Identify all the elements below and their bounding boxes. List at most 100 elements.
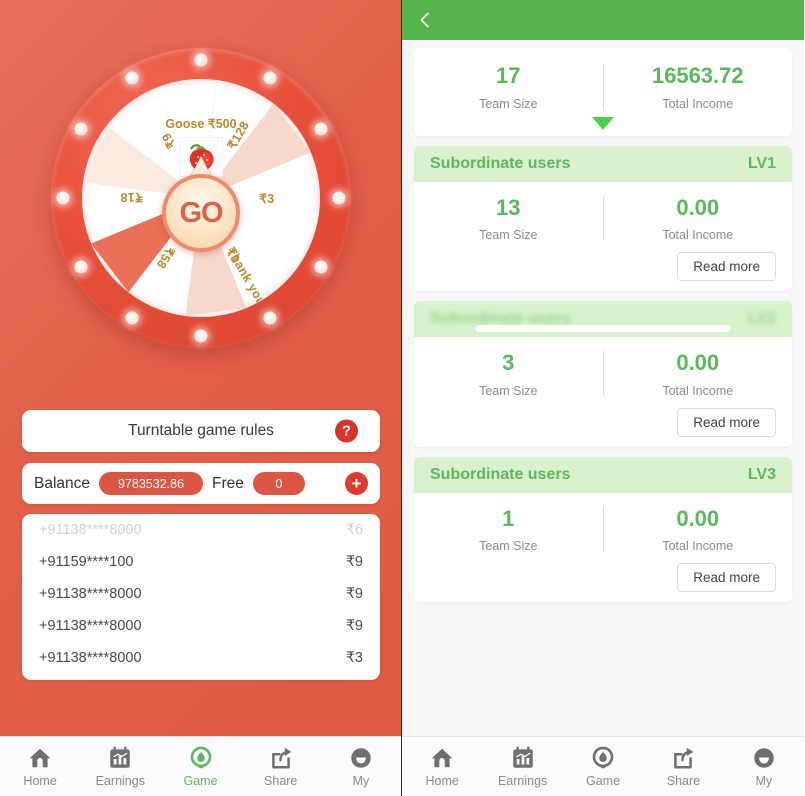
read-more-button[interactable]: Read more [677,563,776,592]
share-icon [670,745,696,771]
summary-team-size-value: 17 [496,63,521,88]
level-team-size: 1 Team Size [414,505,603,554]
winner-phone: +91138****8000 [39,618,142,634]
winner-amount: ₹9 [345,586,363,602]
level-badge: LV2 [747,310,776,327]
level-total-income-value: 0.00 [676,194,720,220]
wheel-bulb [194,329,208,343]
go-button-circle[interactable]: GO [162,174,240,252]
wheel-bulb [125,71,139,85]
summary-total-income: 16563.72 Total Income [604,62,793,111]
tab-share[interactable]: Share [241,745,321,788]
go-button-label: GO [179,196,223,229]
winner-row: +91138****8000 ₹9 [22,610,380,642]
wheel-bulb [56,191,70,205]
level-stats-row: 3 Team Size 0.00 Total Income [414,349,792,398]
level-total-income: 0.00 Total Income [604,349,793,398]
level-team-size-value: 3 [502,350,515,375]
tab-earnings[interactable]: Earnings [482,745,562,788]
level-card-header: Subordinate users LV3 [414,456,792,493]
tab-label: My [755,774,773,788]
tab-label: Share [264,774,298,788]
turntable-game-rules-bar[interactable]: Turntable game rules ? [22,410,380,452]
back-chevron-icon[interactable] [414,9,436,31]
winner-row: +91159****100 ₹9 [22,546,380,578]
wheel-bulb [194,53,208,67]
plus-icon[interactable]: + [345,472,368,495]
read-more-wrap: Read more [414,252,792,281]
scroll-overlay[interactable] [475,325,731,332]
turntable-game-rules-label: Turntable game rules [128,422,274,439]
winner-phone: +91138****8000 [39,650,142,666]
home-icon [429,745,455,771]
wheel-outer-ring: ₹1 ₹58 ₹18 ₹9 ₹128 ₹3 Thank you Goose ₹500 [51,48,351,348]
game-icon [590,745,616,771]
level-total-income: 0.00 Total Income [604,194,793,243]
left-panel-turntable-game: ₹1 ₹58 ₹18 ₹9 ₹128 ₹3 Thank you Goose ₹500 [0,0,402,796]
read-more-wrap: Read more [414,407,792,437]
page-header [402,0,804,40]
tab-game[interactable]: Game [563,745,643,788]
summary-team-size: 17 Team Size [414,62,603,111]
tab-label: Game [183,774,218,788]
level-stats-row: 1 Team Size 0.00 Total Income [414,505,792,554]
tab-home[interactable]: Home [0,745,80,788]
tab-my[interactable]: My [724,745,804,788]
level-team-size: 13 Team Size [414,194,603,243]
wheel-bulb [263,71,277,85]
summary-total-income-label: Total Income [662,96,734,111]
winners-list[interactable]: +91138****8000 ₹6 +91159****100 ₹9 +91138***… [22,514,380,680]
level-card-title: Subordinate users [430,465,571,483]
level-card-header: Subordinate users LV2 [414,301,792,337]
level-card-body: 13 Team Size 0.00 Total Income Read more [414,182,792,292]
turntable-wheel-area: ₹1 ₹58 ₹18 ₹9 ₹128 ₹3 Thank you Goose ₹500 [0,0,401,400]
tab-label: Share [666,774,701,788]
read-more-button[interactable]: Read more [677,252,776,281]
user-icon [348,745,374,771]
level-team-size-label: Team Size [479,228,538,242]
go-button[interactable]: GO [159,156,243,252]
wheel-bulb [263,311,277,324]
balance-value: 9783532.86 [99,472,204,495]
game-icon [188,745,214,771]
left-panel-content: ₹1 ₹58 ₹18 ₹9 ₹128 ₹3 Thank you Goose ₹500 [0,0,401,736]
tab-my[interactable]: My [321,745,401,788]
winner-amount: ₹3 [345,650,363,666]
wheel-bulb [314,260,327,274]
tab-earnings[interactable]: Earnings [80,745,160,788]
level-badge: LV1 [747,154,776,172]
read-more-wrap: Read more [414,563,792,592]
wheel-inner-disc[interactable]: ₹1 ₹58 ₹18 ₹9 ₹128 ₹3 Thank you Goose ₹500 [82,79,320,317]
balance-label: Balance [34,474,91,492]
level-stats-row: 13 Team Size 0.00 Total Income [414,194,792,243]
team-report-body: 17 Team Size 16563.72 Total Income Subor… [402,40,804,736]
summary-total-income-value: 16563.72 [651,63,744,88]
winner-phone: +91138****8000 [39,522,142,538]
tab-label: Earnings [497,774,548,788]
wheel-bulb [74,260,88,274]
winner-row: +91138****8000 ₹3 [22,642,380,674]
home-icon [27,745,53,771]
winner-phone: +91159****100 [39,554,134,570]
free-label: Free [212,474,244,492]
tab-share[interactable]: Share [643,745,723,788]
caret-down-icon[interactable] [592,116,614,130]
winner-amount: ₹9 [345,618,363,634]
balance-bar: Balance 9783532.86 Free 0 + [22,463,380,504]
level-total-income-label: Total Income [662,383,734,398]
subordinate-users-card: Subordinate users LV1 13 Team Size 0.00 Total… [414,145,792,292]
question-mark-icon[interactable]: ? [335,419,358,443]
level-total-income-value: 0.00 [676,505,720,531]
tab-label: My [352,774,370,788]
tab-label: Earnings [95,774,145,788]
wheel-bulb [332,191,346,205]
winner-amount: ₹9 [345,554,363,570]
read-more-button[interactable]: Read more [677,407,776,437]
tab-game[interactable]: Game [160,745,240,788]
subordinate-users-card: Subordinate users LV3 1 Team Size 0.00 Total … [414,456,792,602]
subordinate-users-card: Subordinate users LV2 3 Team Size 0.00 Total … [414,301,792,447]
level-card-body: 3 Team Size 0.00 Total Income Read more [414,337,792,447]
level-team-size: 3 Team Size [414,349,603,398]
summary-stats-row: 17 Team Size 16563.72 Total Income [414,62,792,111]
tab-home[interactable]: Home [402,745,482,788]
